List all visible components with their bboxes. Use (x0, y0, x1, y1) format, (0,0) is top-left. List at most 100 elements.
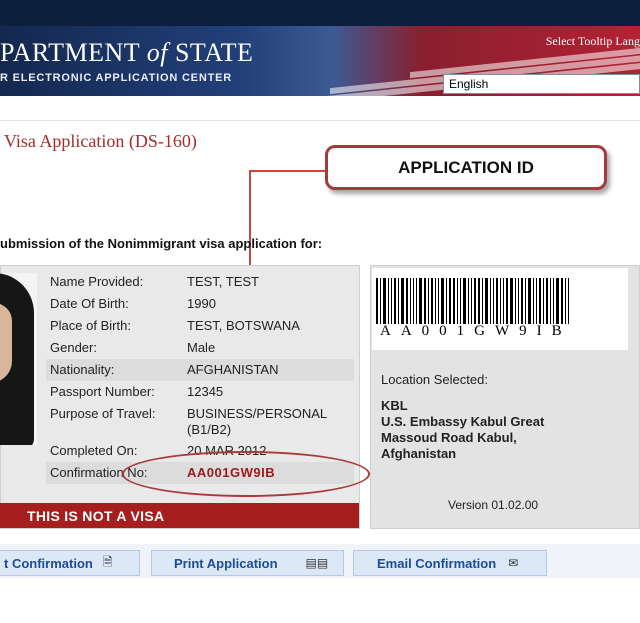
barcode-bar (406, 278, 408, 324)
barcode-bar (556, 278, 559, 324)
detail-value: AFGHANISTAN (187, 362, 279, 377)
location-label: Location Selected: (381, 372, 488, 387)
barcode-bar (394, 278, 396, 324)
header-banner: PARTMENT of STATE R ELECTRONIC APPLICATI… (0, 26, 640, 96)
detail-value: BUSINESS/PERSONAL (B1/B2) (187, 406, 327, 438)
barcode-bar (561, 278, 563, 324)
detail-label: Date Of Birth: (50, 296, 129, 311)
barcode-bar (525, 278, 526, 324)
detail-value: TEST, BOTSWANA (187, 318, 300, 333)
detail-row-dob: Date Of Birth: 1990 (46, 293, 354, 315)
location-address: KBL U.S. Embassy Kabul Great Massoud Roa… (381, 398, 544, 462)
barcode-bar (518, 278, 519, 324)
barcode-bar (550, 278, 551, 324)
location-code: KBL (381, 398, 408, 413)
barcode-bar (416, 278, 417, 324)
applicant-photo (0, 273, 37, 445)
detail-row-passport: Passport Number: 12345 (46, 381, 354, 403)
confirmation-highlight-ellipse (122, 451, 370, 497)
title-state: STATE (174, 38, 254, 67)
barcode-bar (503, 278, 504, 324)
detail-label: Completed On: (50, 443, 138, 458)
barcode-bar (536, 278, 537, 324)
barcode-bars (376, 278, 571, 324)
version-text: Version 01.02.00 (448, 498, 539, 512)
location-line: Massoud Road Kabul, (381, 430, 517, 445)
barcode-bar (431, 278, 433, 324)
barcode-bar (539, 278, 541, 324)
application-id-callout: APPLICATION ID (325, 145, 607, 190)
print-application-button[interactable]: Print Application ▤▤ (151, 550, 344, 576)
detail-label: Purpose of Travel: (50, 406, 156, 421)
barcode-bar (471, 278, 472, 324)
barcode-bar (388, 278, 389, 324)
barcode-bar (543, 278, 544, 324)
barcode-bar (500, 278, 501, 324)
purpose-line-1: BUSINESS/PERSONAL (187, 406, 328, 421)
detail-value: TEST, TEST (187, 274, 259, 289)
callout-arrow-line (249, 170, 327, 172)
detail-value: Male (187, 340, 216, 355)
barcode-bar (468, 278, 469, 324)
barcode-bar (568, 278, 569, 324)
barcode-bar (435, 278, 436, 324)
barcode-bar (493, 278, 494, 324)
intro-text: ubmission of the Nonimmigrant visa appli… (0, 236, 323, 251)
tooltip-language-label: Select Tooltip Lang (545, 34, 640, 48)
email-confirmation-button[interactable]: Email Confirmation ✉ (353, 550, 547, 576)
barcode-bar (463, 278, 466, 324)
language-select[interactable]: English (443, 74, 640, 94)
email-confirmation-label: Email Confirmation (377, 555, 497, 571)
barcode-bar (449, 278, 451, 324)
print-application-label: Print Application (174, 555, 278, 571)
barcode-bar (438, 278, 439, 324)
detail-row-name: Name Provided: TEST, TEST (46, 271, 354, 293)
location-line: U.S. Embassy Kabul Great (381, 414, 545, 429)
printer-icon: ▤▤ (305, 556, 329, 570)
print-confirmation-button[interactable]: t Confirmation 🗎 (0, 550, 140, 576)
barcode-bar (490, 278, 491, 324)
barcode-bar (460, 278, 461, 324)
barcode-bar (510, 278, 513, 324)
detail-label: Gender: (50, 340, 97, 355)
barcode-bar (446, 278, 447, 324)
barcode: AA001GW9IB (372, 268, 628, 350)
barcode-bar (398, 278, 399, 324)
barcode-bar (391, 278, 392, 324)
barcode-bar (401, 278, 404, 324)
barcode-bar (457, 278, 458, 324)
barcode-bar (380, 278, 381, 324)
barcode-bar (482, 278, 483, 324)
detail-label: Passport Number: (50, 384, 155, 399)
nav-bar (0, 96, 640, 121)
detail-row-purpose: Purpose of Travel: BUSINESS/PERSONAL (B1/… (46, 403, 354, 440)
document-icon: 🗎 (102, 554, 113, 569)
location-line: Afghanistan (381, 446, 457, 461)
purpose-line-2: (B1/B2) (187, 422, 232, 437)
detail-value: 1990 (187, 296, 216, 311)
barcode-bar (474, 278, 476, 324)
detail-row-gender: Gender: Male (46, 337, 354, 359)
barcode-bar (441, 278, 444, 324)
barcode-bar (376, 278, 378, 324)
barcode-bar (424, 278, 426, 324)
department-title: PARTMENT of STATE (0, 38, 253, 68)
email-icon: ✉ (508, 556, 519, 570)
barcode-bar (428, 278, 429, 324)
barcode-bar (478, 278, 480, 324)
barcode-bar (496, 278, 498, 324)
detail-value: 12345 (187, 384, 224, 399)
barcode-bar (565, 278, 566, 324)
barcode-bar (453, 278, 455, 324)
banner-subtitle: R ELECTRONIC APPLICATION CENTER (0, 72, 232, 84)
barcode-bar (533, 278, 534, 324)
print-confirmation-label: t Confirmation (4, 555, 93, 571)
barcode-bar (485, 278, 488, 324)
barcode-bar (553, 278, 554, 324)
barcode-bar (546, 278, 548, 324)
barcode-bar (515, 278, 516, 324)
title-of: of (146, 38, 168, 67)
detail-label: Name Provided: (50, 274, 144, 289)
detail-label: Place of Birth: (50, 318, 131, 333)
barcode-bar (528, 278, 531, 324)
